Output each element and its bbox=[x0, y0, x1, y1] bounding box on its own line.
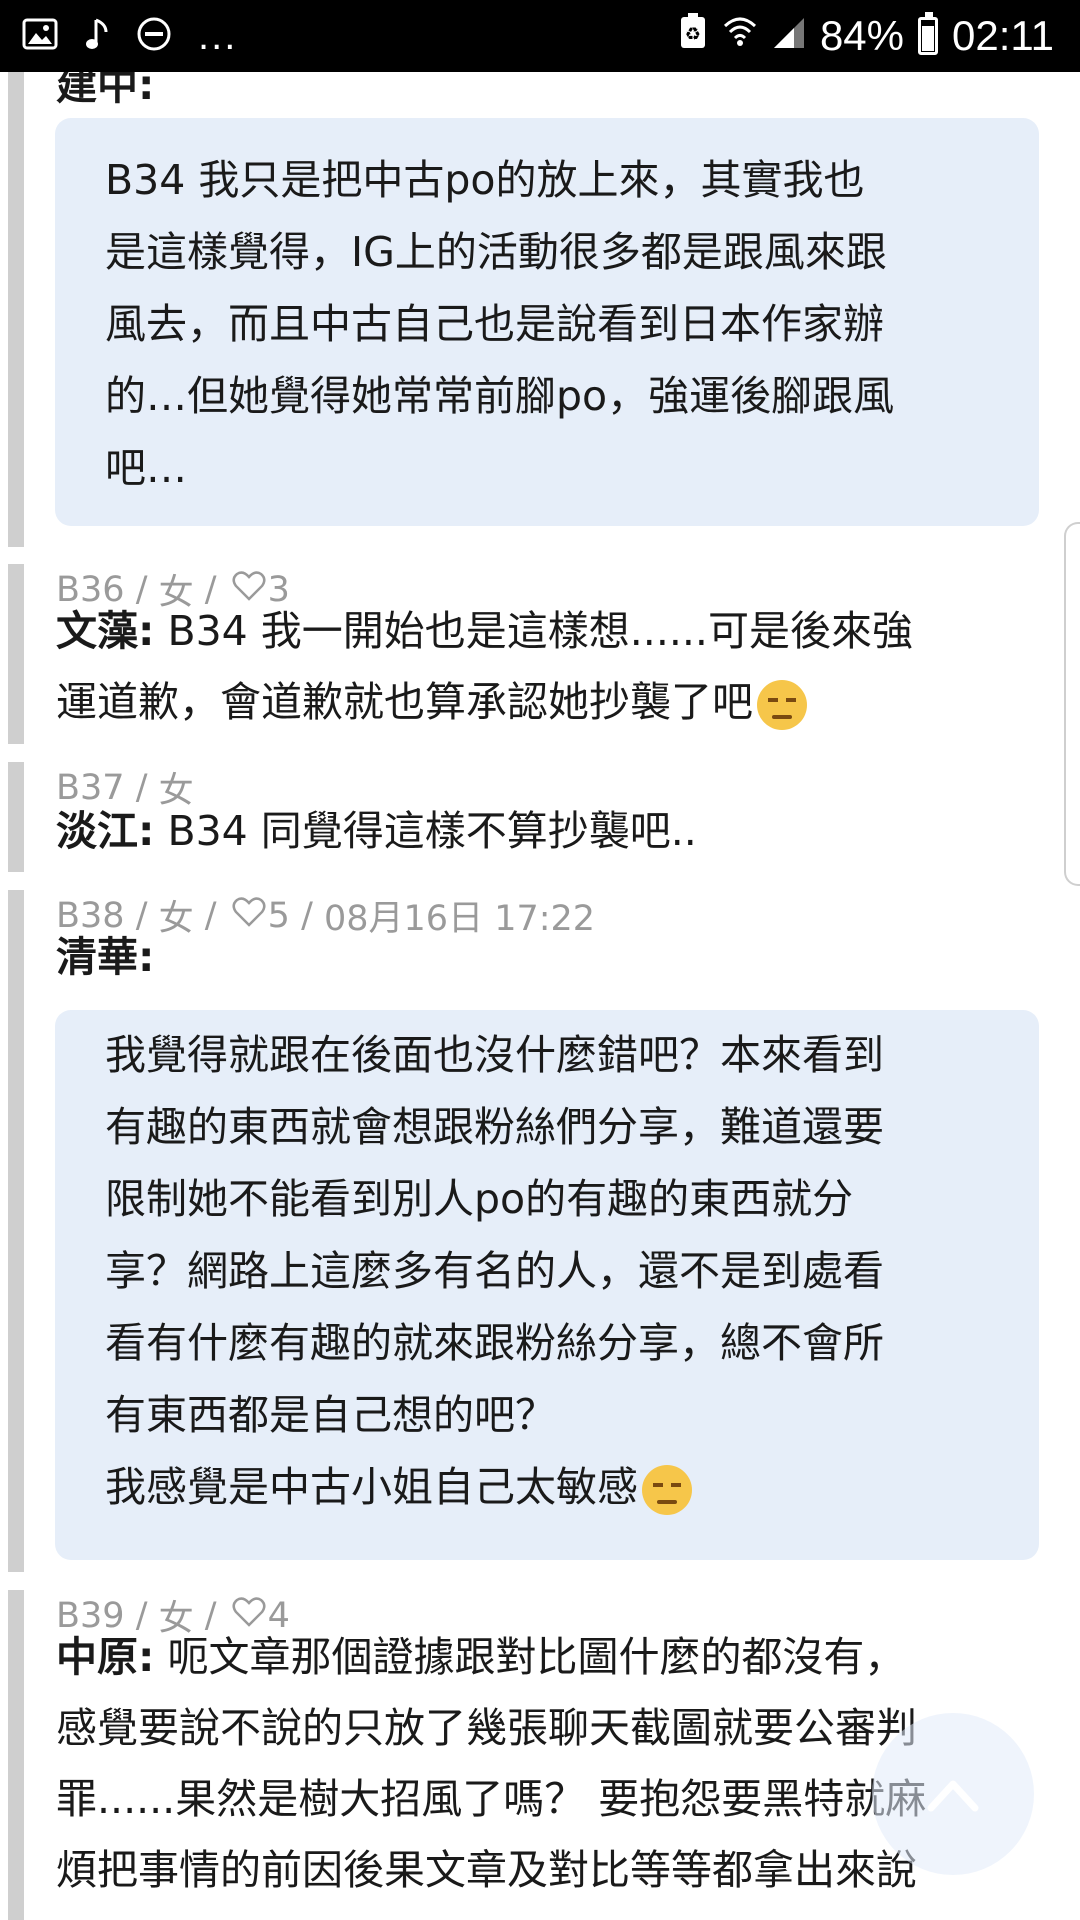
persevering-face-emoji bbox=[757, 680, 807, 730]
comment-text: 呃文章那個證據跟對比圖什麼的都沒有， bbox=[154, 1633, 906, 1681]
quote-line: 的…但她覺得她常常前腳po，強運後腳跟風 bbox=[105, 372, 895, 420]
comment-rail bbox=[8, 564, 24, 744]
wifi-icon bbox=[722, 12, 758, 60]
quote-line: 是這樣覺得，IG上的活動很多都是跟風來跟 bbox=[105, 228, 887, 276]
quote-block: 我覺得就跟在後面也沒什麼錯吧？本來看到 有趣的東西就會想跟粉絲們分享，難道還要 … bbox=[55, 1010, 1039, 1560]
comment-rail bbox=[8, 762, 24, 872]
music-note-icon bbox=[84, 16, 110, 57]
meta-separator: / bbox=[193, 895, 228, 936]
comment-author[interactable]: 清華: bbox=[56, 922, 154, 993]
comment-author[interactable]: 淡江: bbox=[56, 807, 154, 855]
comment-b36: B36 / 女 / 3 文藻: B34 我一開始也是這樣想......可是後來強… bbox=[8, 564, 1008, 744]
comment-body-line: 運道歉，會道歉就也算承認她抄襲了吧 bbox=[56, 667, 807, 738]
comment-author[interactable]: 建中: bbox=[56, 72, 154, 121]
comment-b38: B38 / 女 / 5 / 08月16日 17:22 清華: 我覺得就跟在後面也… bbox=[8, 890, 1039, 1572]
comment-body-line: 罪......果然是樹大招風了嗎？ 要抱怨要黑特就麻 bbox=[56, 1775, 927, 1823]
comment-thread[interactable]: 建中: B34 我只是把中古po的放上來，其實我也 是這樣覺得，IG上的活動很多… bbox=[0, 72, 1080, 1920]
status-overflow: ... bbox=[198, 13, 238, 58]
comment-text: B34 同覺得這樣不算抄襲吧.. bbox=[154, 807, 697, 855]
quote-line: 我覺得就跟在後面也沒什麼錯吧？本來看到 bbox=[105, 1031, 884, 1079]
quote-line: 看有什麼有趣的就來跟粉絲分享，總不會所 bbox=[105, 1319, 884, 1367]
status-bar: ... ♻ 84% 02:11 bbox=[0, 0, 1080, 72]
do-not-disturb-icon bbox=[136, 16, 172, 57]
quote-line: 我感覺是中古小姐自己太敏感 bbox=[105, 1451, 692, 1523]
comment-body-line: 中原: 呃文章那個證據跟對比圖什麼的都沒有， bbox=[56, 1622, 905, 1693]
quote-line: 有趣的東西就會想跟粉絲們分享，難道還要 bbox=[105, 1103, 884, 1151]
meta-separator: / bbox=[289, 895, 324, 936]
battery-icon bbox=[918, 12, 938, 55]
comment-body-line: 淡江: B34 同覺得這樣不算抄襲吧.. bbox=[56, 796, 697, 867]
quote-line: 有東西都是自己想的吧？ bbox=[105, 1391, 556, 1439]
comment-b35: 建中: B34 我只是把中古po的放上來，其實我也 是這樣覺得，IG上的活動很多… bbox=[8, 72, 1039, 547]
like-count: 5 bbox=[267, 895, 290, 936]
comment-author[interactable]: 文藻: bbox=[56, 607, 154, 655]
quote-line: 享？網路上這麼多有名的人，還不是到處看 bbox=[105, 1247, 884, 1295]
comment-b37: B37 / 女 淡江: B34 同覺得這樣不算抄襲吧.. bbox=[8, 762, 1008, 872]
comment-body-line: 感覺要說不說的只放了幾張聊天截圖就要公審判 bbox=[56, 1704, 917, 1752]
scroll-to-top-button[interactable] bbox=[872, 1713, 1034, 1875]
quote-line: 風去，而且中古自己也是說看到日本作家辦 bbox=[105, 300, 884, 348]
comment-text: B34 我一開始也是這樣想......可是後來強 bbox=[154, 607, 913, 655]
comment-text: 運道歉，會道歉就也算承認她抄襲了吧 bbox=[56, 678, 753, 726]
comment-author[interactable]: 中原: bbox=[56, 1633, 154, 1681]
comment-rail bbox=[8, 1590, 24, 1920]
comment-rail bbox=[8, 890, 24, 1572]
comment-rail bbox=[8, 72, 24, 547]
battery-saver-icon: ♻ bbox=[678, 12, 708, 60]
scroll-handle[interactable] bbox=[1064, 522, 1080, 886]
comment-body-line: 文藻: B34 我一開始也是這樣想......可是後來強 bbox=[56, 596, 913, 667]
unamused-face-emoji bbox=[642, 1465, 692, 1515]
quote-line: 限制她不能看到別人po的有趣的東西就分 bbox=[105, 1175, 854, 1223]
quote-line: B34 我只是把中古po的放上來，其實我也 bbox=[105, 156, 865, 204]
battery-percent: 84% bbox=[819, 12, 904, 59]
arrow-up-icon bbox=[923, 1759, 983, 1829]
post-date: 08月16日 17:22 bbox=[324, 899, 596, 939]
quote-text: 我感覺是中古小姐自己太敏感 bbox=[105, 1463, 638, 1511]
comment-b39: B39 / 女 / 4 中原: 呃文章那個證據跟對比圖什麼的都沒有， 感覺要說不… bbox=[8, 1590, 1008, 1920]
svg-text:♻: ♻ bbox=[685, 24, 701, 45]
quote-line: 吧… bbox=[105, 444, 187, 492]
image-icon bbox=[22, 18, 58, 55]
signal-icon bbox=[772, 12, 806, 60]
clock: 02:11 bbox=[952, 12, 1054, 59]
comment-body-line: 煩把事情的前因後果文章及對比等等都拿出來說 bbox=[56, 1846, 917, 1894]
quote-block: B34 我只是把中古po的放上來，其實我也 是這樣覺得，IG上的活動很多都是跟風… bbox=[55, 118, 1039, 526]
gender: 女 bbox=[158, 899, 194, 939]
heart-icon[interactable] bbox=[232, 896, 266, 936]
